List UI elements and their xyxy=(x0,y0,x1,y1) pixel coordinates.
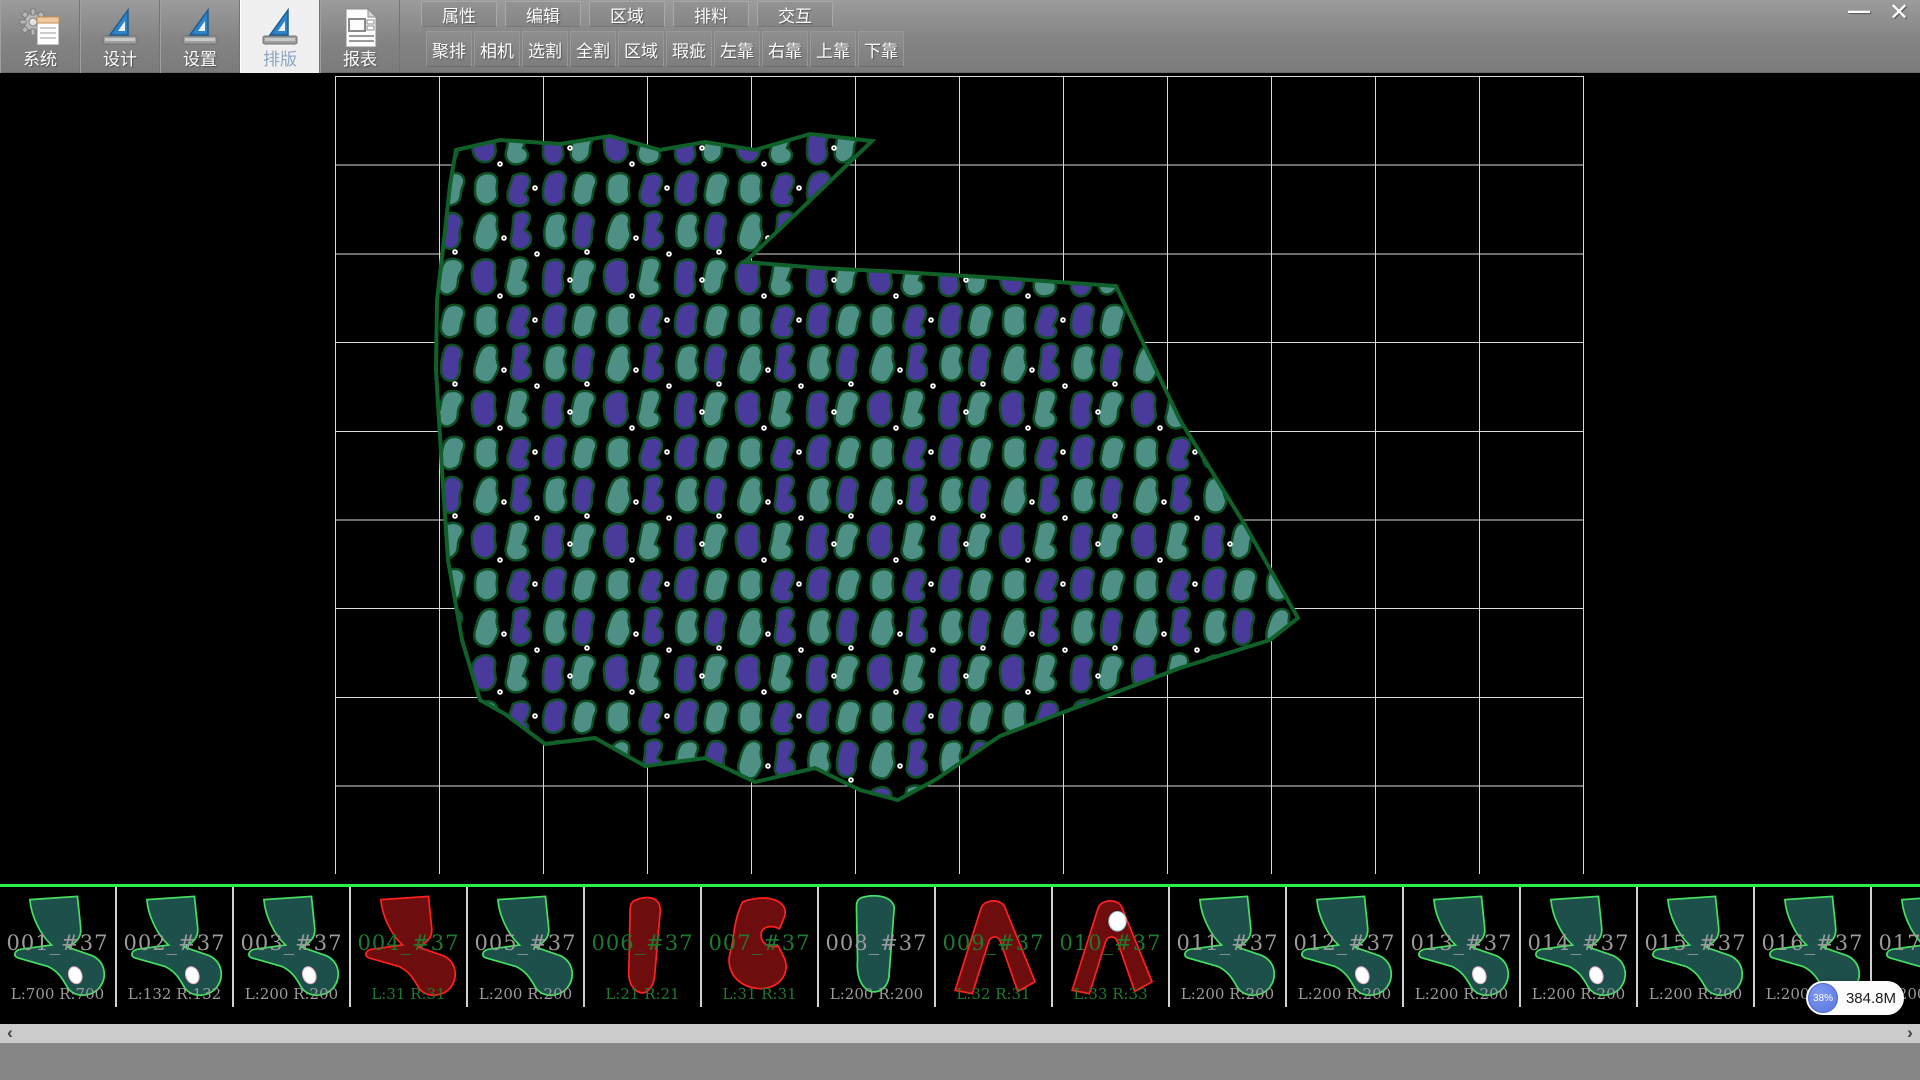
part-shape-graphic xyxy=(823,889,931,1001)
main-button-label: 系统 xyxy=(23,50,57,70)
part-thumbnail[interactable]: 012_#37L:200 R:200 xyxy=(1287,887,1404,1007)
part-shape-graphic xyxy=(472,889,580,1001)
memory-amount-label: 384.8M xyxy=(1838,990,1904,1007)
minimize-button[interactable]: — xyxy=(1844,0,1874,22)
main-button-4[interactable]: 排版 xyxy=(240,0,320,73)
part-thumbnail[interactable]: 008_#37L:200 R:200 xyxy=(819,887,936,1007)
part-thumbnail[interactable]: 007_#37L:31 R:31 xyxy=(702,887,819,1007)
part-shape-graphic xyxy=(940,889,1048,1001)
tool-button-row: 聚排相机选割全割区域瑕疵左靠右靠上靠下靠 xyxy=(426,31,904,68)
tool-button[interactable]: 右靠 xyxy=(762,31,808,67)
tool-button[interactable]: 下靠 xyxy=(858,31,904,67)
part-shape-graphic xyxy=(589,889,697,1001)
menu-tab[interactable]: 排料 xyxy=(673,1,749,27)
main-button-label: 设计 xyxy=(103,50,137,70)
part-shape-graphic xyxy=(706,889,814,1001)
part-thumbnail[interactable]: 004_#37L:31 R:31 xyxy=(351,887,468,1007)
part-shape-graphic xyxy=(355,889,463,1001)
part-thumbnail[interactable]: 015_#37L:200 R:200 xyxy=(1638,887,1755,1007)
menu-tab[interactable]: 交互 xyxy=(757,1,833,27)
part-thumbnail[interactable]: 006_#37L:21 R:21 xyxy=(585,887,702,1007)
canvas-area[interactable] xyxy=(0,74,1920,884)
part-thumbnail[interactable]: 001_#37L:700 R:700 xyxy=(0,887,117,1007)
memory-usage-badge: 38% 384.8M xyxy=(1806,981,1904,1015)
main-button-1[interactable]: 系统 xyxy=(0,0,80,73)
part-shape-graphic xyxy=(238,889,346,1001)
application-window: 系统设计设置排版报表 属性编辑区域排料交互 聚排相机选割全割区域瑕疵左靠右靠上靠… xyxy=(0,0,1920,1080)
main-button-label: 排版 xyxy=(263,50,297,70)
part-shape-graphic xyxy=(1525,889,1633,1001)
main-button-label: 设置 xyxy=(183,50,217,70)
window-controls: — ✕ xyxy=(1844,0,1914,26)
menu-tab[interactable]: 区域 xyxy=(589,1,665,27)
tool-button[interactable]: 全割 xyxy=(570,31,616,67)
part-shape-graphic xyxy=(1291,889,1399,1001)
horizontal-scrollbar[interactable]: ‹ › xyxy=(0,1024,1920,1043)
scroll-left-arrow-icon[interactable]: ‹ xyxy=(0,1024,20,1043)
part-thumbnail[interactable]: 009_#37L:32 R:31 xyxy=(936,887,1053,1007)
tool-button[interactable]: 区域 xyxy=(618,31,664,67)
memory-percent-indicator: 38% xyxy=(1808,983,1838,1013)
part-shape-graphic xyxy=(1057,889,1165,1001)
main-toolbar-buttons: 系统 设计 设置 排版 报表 xyxy=(0,0,400,73)
part-thumbnail[interactable]: 013_#37L:200 R:200 xyxy=(1404,887,1521,1007)
main-button-3[interactable]: 设置 xyxy=(160,0,240,73)
menu-tab[interactable]: 编辑 xyxy=(505,1,581,27)
part-thumbnail[interactable]: 011_#37L:200 R:200 xyxy=(1170,887,1287,1007)
part-thumbnail[interactable]: 003_#37L:200 R:200 xyxy=(234,887,351,1007)
part-shape-graphic xyxy=(1642,889,1750,1001)
part-shape-graphic xyxy=(1408,889,1516,1001)
parts-strip: 001_#37L:700 R:700002_#37L:132 R:132003_… xyxy=(0,884,1920,1007)
tool-button[interactable]: 上靠 xyxy=(810,31,856,67)
part-shape-graphic xyxy=(1174,889,1282,1001)
nested-hide-graphic[interactable] xyxy=(335,76,1584,874)
main-button-5[interactable]: 报表 xyxy=(320,0,400,73)
part-shape-graphic xyxy=(121,889,229,1001)
part-thumbnail[interactable]: 014_#37L:200 R:200 xyxy=(1521,887,1638,1007)
part-thumbnail[interactable]: 010_#37L:33 R:33 xyxy=(1053,887,1170,1007)
menu-tab-row: 属性编辑区域排料交互 xyxy=(421,1,833,28)
tool-button[interactable]: 左靠 xyxy=(714,31,760,67)
settings-ruler-icon xyxy=(177,6,223,50)
toolbar: 系统设计设置排版报表 属性编辑区域排料交互 聚排相机选割全割区域瑕疵左靠右靠上靠… xyxy=(0,0,1920,73)
report-document-icon xyxy=(337,6,383,50)
main-button-2[interactable]: 设计 xyxy=(80,0,160,73)
main-button-label: 报表 xyxy=(343,50,377,70)
menu-tab[interactable]: 属性 xyxy=(421,1,497,27)
close-button[interactable]: ✕ xyxy=(1884,0,1914,26)
leather-hide-outline xyxy=(436,134,1298,800)
nesting-ruler-icon xyxy=(257,6,303,50)
tool-button[interactable]: 相机 xyxy=(474,31,520,67)
tool-button[interactable]: 聚排 xyxy=(426,31,472,67)
part-thumbnail[interactable]: 005_#37L:200 R:200 xyxy=(468,887,585,1007)
design-ruler-icon xyxy=(97,6,143,50)
system-gear-icon xyxy=(17,6,63,50)
scroll-right-arrow-icon[interactable]: › xyxy=(1900,1024,1920,1043)
part-shape-graphic xyxy=(4,889,112,1001)
tool-button[interactable]: 选割 xyxy=(522,31,568,67)
tool-button[interactable]: 瑕疵 xyxy=(666,31,712,67)
footer-bar xyxy=(0,1043,1920,1080)
part-thumbnail[interactable]: 002_#37L:132 R:132 xyxy=(117,887,234,1007)
